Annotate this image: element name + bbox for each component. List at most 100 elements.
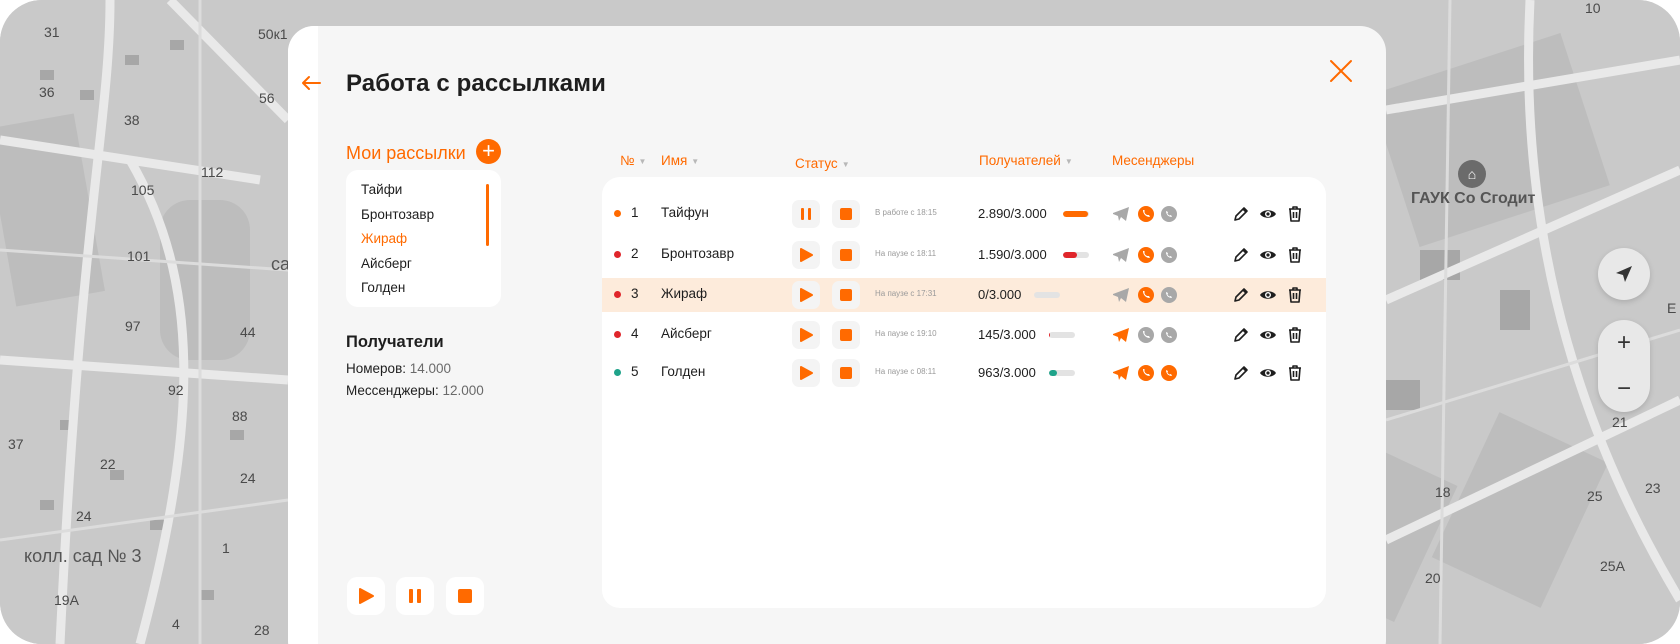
numbers-stat: Номеров: 14.000 <box>346 361 451 376</box>
messengers-stat: Мессенджеры: 12.000 <box>346 383 484 398</box>
mailing-name: Жираф <box>661 286 708 301</box>
mailing-list-item-active[interactable]: Жираф <box>361 227 501 252</box>
status-text: В работе с 18:15 <box>875 208 937 217</box>
stop-button[interactable] <box>832 359 860 387</box>
map-label: 101 <box>127 248 151 264</box>
stop-all-button[interactable] <box>446 577 484 615</box>
map-label: 24 <box>240 470 256 486</box>
column-header-messengers-label: Месенджеры <box>1112 153 1195 168</box>
telegram-icon <box>1113 328 1129 342</box>
edit-button[interactable] <box>1231 325 1251 345</box>
table-row[interactable]: 4 Айсберг На паузе с 19:10 145/3.000 <box>602 318 1326 352</box>
viber-button[interactable] <box>1137 246 1155 264</box>
edit-button[interactable] <box>1231 285 1251 305</box>
column-header-recipients[interactable]: Получателей ▼ <box>979 153 1073 168</box>
delete-button[interactable] <box>1285 285 1305 305</box>
map-label: 20 <box>1425 570 1441 586</box>
museum-icon[interactable]: ⌂ <box>1458 160 1486 188</box>
sort-caret-icon: ▼ <box>1064 156 1073 166</box>
stop-icon <box>840 208 852 220</box>
table-row[interactable]: 2 Бронтозавр На паузе с 18:11 1.590/3.00… <box>602 238 1326 272</box>
list-scrollbar[interactable] <box>486 184 489 246</box>
add-mailing-button[interactable]: + <box>476 139 501 164</box>
column-header-number[interactable]: № ▼ <box>620 153 646 168</box>
stop-icon <box>840 367 852 379</box>
pause-button[interactable] <box>792 200 820 228</box>
play-icon <box>800 288 813 302</box>
mailing-list-item[interactable]: Голден <box>361 276 501 301</box>
progress-fill <box>1048 332 1051 338</box>
view-button[interactable] <box>1258 204 1278 224</box>
column-header-name[interactable]: Имя ▼ <box>661 153 699 168</box>
close-icon[interactable] <box>1328 58 1354 84</box>
table-row[interactable]: 5 Голден На паузе с 08:11 963/3.000 <box>602 356 1326 390</box>
mailing-name: Тайфун <box>661 205 709 220</box>
telegram-button[interactable] <box>1112 286 1130 304</box>
whatsapp-button[interactable] <box>1160 286 1178 304</box>
whatsapp-button[interactable] <box>1160 246 1178 264</box>
view-button[interactable] <box>1258 325 1278 345</box>
zoom-in-button[interactable]: + <box>1598 320 1650 366</box>
edit-button[interactable] <box>1231 363 1251 383</box>
play-button[interactable] <box>792 321 820 349</box>
stop-button[interactable] <box>832 321 860 349</box>
locate-button[interactable] <box>1598 248 1650 300</box>
delete-button[interactable] <box>1285 363 1305 383</box>
numbers-value: 14.000 <box>409 361 452 376</box>
play-button[interactable] <box>792 359 820 387</box>
mailing-list-item[interactable]: Бронтозавр <box>361 203 501 228</box>
play-all-button[interactable] <box>347 577 385 615</box>
viber-button[interactable] <box>1137 205 1155 223</box>
viber-icon <box>1138 206 1154 222</box>
map-label: 37 <box>8 436 24 452</box>
play-button[interactable] <box>792 241 820 269</box>
whatsapp-button[interactable] <box>1160 326 1178 344</box>
pencil-icon <box>1234 248 1248 262</box>
stop-icon <box>840 289 852 301</box>
play-button[interactable] <box>792 281 820 309</box>
table-row[interactable]: 3 Жираф На паузе с 17:31 0/3.000 <box>602 278 1326 312</box>
telegram-icon <box>1113 288 1129 302</box>
table-row[interactable]: 1 Тайфун В работе с 18:15 2.890/3.000 <box>602 197 1326 231</box>
stop-button[interactable] <box>832 281 860 309</box>
recipients-count: 0/3.000 <box>978 287 1022 302</box>
stop-button[interactable] <box>832 200 860 228</box>
edit-button[interactable] <box>1231 245 1251 265</box>
mailing-list-item[interactable]: Айсберг <box>361 252 501 277</box>
map-label: 50к1 <box>258 26 288 42</box>
mailing-list-item[interactable]: Тайфи <box>361 178 501 203</box>
trash-icon <box>1289 365 1301 381</box>
delete-button[interactable] <box>1285 245 1305 265</box>
stop-icon <box>458 589 472 603</box>
zoom-out-button[interactable]: − <box>1598 366 1650 412</box>
delete-button[interactable] <box>1285 325 1305 345</box>
delete-button[interactable] <box>1285 204 1305 224</box>
view-button[interactable] <box>1258 245 1278 265</box>
telegram-button[interactable] <box>1112 326 1130 344</box>
progress-fill <box>1048 370 1058 376</box>
map-label: 25 <box>1587 488 1603 504</box>
edit-button[interactable] <box>1231 204 1251 224</box>
pause-all-button[interactable] <box>396 577 434 615</box>
view-button[interactable] <box>1258 363 1278 383</box>
telegram-icon <box>1113 248 1129 262</box>
eye-icon <box>1260 210 1276 218</box>
progress-bar <box>1048 332 1075 338</box>
viber-button[interactable] <box>1137 364 1155 382</box>
viber-button[interactable] <box>1137 286 1155 304</box>
map-label: колл. сад № 3 <box>24 546 142 566</box>
whatsapp-button[interactable] <box>1160 205 1178 223</box>
stop-icon <box>840 329 852 341</box>
whatsapp-button[interactable] <box>1160 364 1178 382</box>
column-header-status-label: Статус <box>795 156 838 171</box>
viber-button[interactable] <box>1137 326 1155 344</box>
telegram-button[interactable] <box>1112 364 1130 382</box>
back-arrow-icon[interactable] <box>300 72 322 94</box>
map-label: 4 <box>172 616 180 632</box>
stop-button[interactable] <box>832 241 860 269</box>
telegram-button[interactable] <box>1112 246 1130 264</box>
telegram-button[interactable] <box>1112 205 1130 223</box>
column-header-status[interactable]: Статус ▼ <box>795 156 850 171</box>
mailing-list: Тайфи Бронтозавр Жираф Айсберг Голден <box>346 170 501 307</box>
view-button[interactable] <box>1258 285 1278 305</box>
